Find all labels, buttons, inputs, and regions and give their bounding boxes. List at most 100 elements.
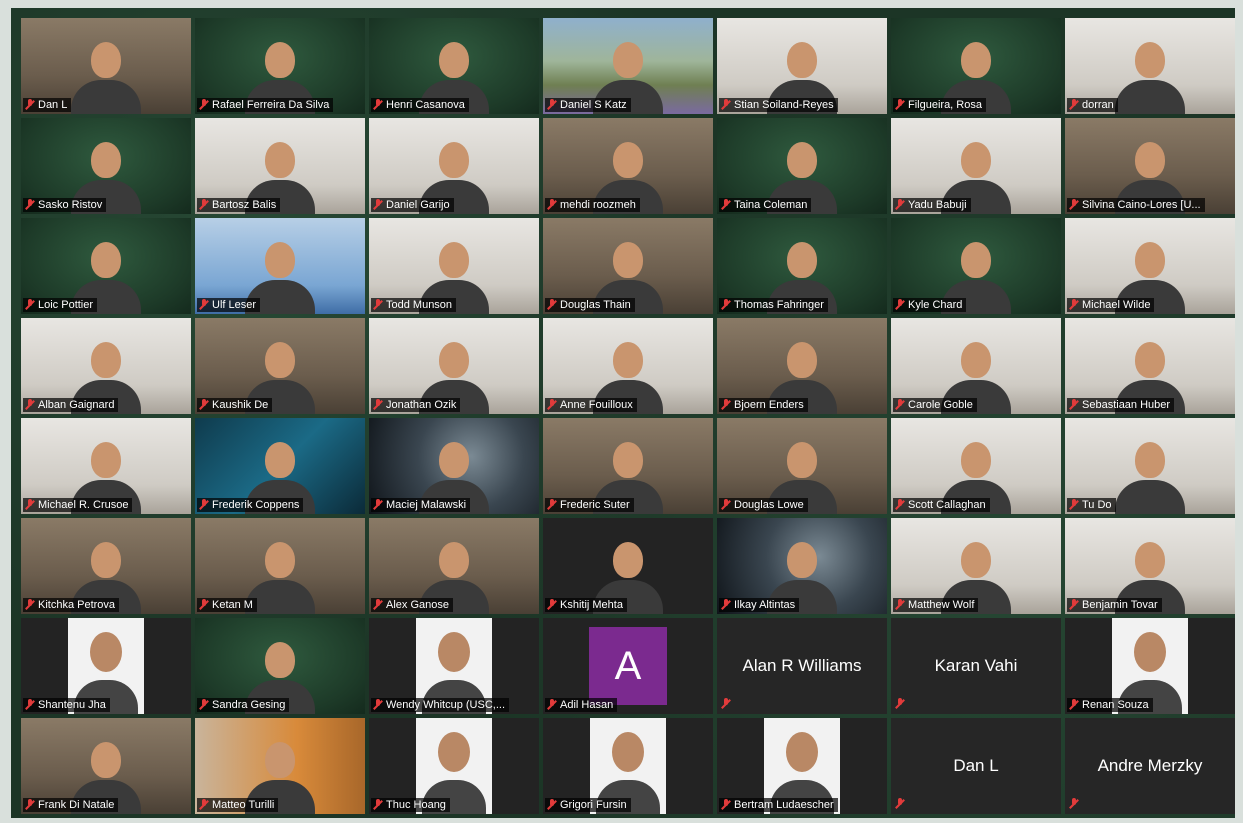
- participant-tile[interactable]: A Adil Hasan: [543, 618, 713, 714]
- participant-name-tag: Yadu Babuji: [893, 198, 971, 212]
- participant-name-tag: Sasko Ristov: [23, 198, 107, 212]
- muted-mic-icon: [373, 799, 383, 811]
- participant-name: Adil Hasan: [560, 699, 614, 711]
- participant-tile[interactable]: Daniel S Katz: [543, 18, 713, 114]
- participant-tile[interactable]: Maciej Malawski: [369, 418, 539, 514]
- participant-name-tag: Shantenu Jha: [23, 698, 110, 712]
- muted-mic-icon: [373, 299, 383, 311]
- participant-name: Silvina Caino-Lores [U...: [1082, 199, 1201, 211]
- participant-tile[interactable]: Matteo Turilli: [195, 718, 365, 814]
- muted-mic-icon: [1069, 299, 1079, 311]
- participant-tile[interactable]: Sandra Gesing: [195, 618, 365, 714]
- muted-mic-icon: [25, 299, 35, 311]
- participant-tile[interactable]: Frederik Coppens: [195, 418, 365, 514]
- participant-name-tag: Thuc Hoang: [371, 798, 450, 812]
- participant-name-tag: Sebastiaan Huber: [1067, 398, 1175, 412]
- muted-mic-icon: [199, 599, 209, 611]
- participant-name-tag: Matteo Turilli: [197, 798, 279, 812]
- muted-mic-icon: [199, 99, 209, 111]
- participant-tile[interactable]: Frederic Suter: [543, 418, 713, 514]
- participant-name: Maciej Malawski: [386, 499, 467, 511]
- participant-tile[interactable]: dorran: [1065, 18, 1235, 114]
- participant-tile[interactable]: Dan L: [21, 18, 191, 114]
- participant-name-tag: Ketan M: [197, 598, 257, 612]
- participant-tile[interactable]: Ilkay Altintas: [717, 518, 887, 614]
- participant-name: Loic Pottier: [38, 299, 94, 311]
- participant-tile[interactable]: Karan Vahi: [891, 618, 1061, 714]
- participant-tile[interactable]: Henri Casanova: [369, 18, 539, 114]
- participant-tile[interactable]: Thomas Fahringer: [717, 218, 887, 314]
- participant-tile[interactable]: Dan L: [891, 718, 1061, 814]
- participant-tile[interactable]: Scott Callaghan: [891, 418, 1061, 514]
- participant-name-tag: Matthew Wolf: [893, 598, 979, 612]
- participant-name: Alban Gaignard: [38, 399, 115, 411]
- participant-tile[interactable]: Rafael Ferreira Da Silva: [195, 18, 365, 114]
- participant-tile[interactable]: Douglas Lowe: [717, 418, 887, 514]
- muted-mic-icon: [721, 499, 731, 511]
- participant-name: Grigori Fursin: [560, 799, 627, 811]
- participant-tile[interactable]: Loic Pottier: [21, 218, 191, 314]
- participant-name-tag: Frederik Coppens: [197, 498, 304, 512]
- participant-name: Thuc Hoang: [386, 799, 446, 811]
- participant-tile[interactable]: Jonathan Ozik: [369, 318, 539, 414]
- participant-tile[interactable]: Carole Goble: [891, 318, 1061, 414]
- participant-name: Douglas Thain: [560, 299, 631, 311]
- participant-tile[interactable]: Daniel Garijo: [369, 118, 539, 214]
- participant-name: Alex Ganose: [386, 599, 449, 611]
- participant-name-tag: Bartosz Balis: [197, 198, 281, 212]
- participant-tile[interactable]: Silvina Caino-Lores [U...: [1065, 118, 1235, 214]
- participant-tile[interactable]: Shantenu Jha: [21, 618, 191, 714]
- participant-tile[interactable]: Wendy Whitcup (USC,...: [369, 618, 539, 714]
- muted-mic-icon: [373, 399, 383, 411]
- participant-tile[interactable]: Michael Wilde: [1065, 218, 1235, 314]
- participant-tile[interactable]: Douglas Thain: [543, 218, 713, 314]
- participant-name-tag: Maciej Malawski: [371, 498, 471, 512]
- participant-name-tag: dorran: [1067, 98, 1118, 112]
- participant-tile[interactable]: Frank Di Natale: [21, 718, 191, 814]
- participant-name-tag: Bjoern Enders: [719, 398, 808, 412]
- participant-tile[interactable]: Taina Coleman: [717, 118, 887, 214]
- participant-tile[interactable]: Michael R. Crusoe: [21, 418, 191, 514]
- muted-mic-icon: [199, 299, 209, 311]
- participant-tile[interactable]: Alex Ganose: [369, 518, 539, 614]
- participant-tile[interactable]: Bartosz Balis: [195, 118, 365, 214]
- participant-tile[interactable]: Yadu Babuji: [891, 118, 1061, 214]
- participant-name-tag: Taina Coleman: [719, 198, 812, 212]
- participant-tile[interactable]: Sebastiaan Huber: [1065, 318, 1235, 414]
- muted-mic-icon: [199, 399, 209, 411]
- muted-mic-icon: [1069, 798, 1079, 810]
- participant-tile[interactable]: Grigori Fursin: [543, 718, 713, 814]
- participant-tile[interactable]: Bjoern Enders: [717, 318, 887, 414]
- participant-name: Daniel Garijo: [386, 199, 450, 211]
- participant-tile[interactable]: Ulf Leser: [195, 218, 365, 314]
- participant-tile[interactable]: Kshitij Mehta: [543, 518, 713, 614]
- participant-name-tag: Kitchka Petrova: [23, 598, 120, 612]
- participant-tile[interactable]: Kitchka Petrova: [21, 518, 191, 614]
- participant-name-tag: Jonathan Ozik: [371, 398, 461, 412]
- participant-tile[interactable]: Todd Munson: [369, 218, 539, 314]
- participant-tile[interactable]: Alan R Williams: [717, 618, 887, 714]
- participant-tile[interactable]: Renan Souza: [1065, 618, 1235, 714]
- participant-tile[interactable]: Filgueira, Rosa: [891, 18, 1061, 114]
- participant-tile[interactable]: Kaushik De: [195, 318, 365, 414]
- participant-tile[interactable]: Kyle Chard: [891, 218, 1061, 314]
- participant-silhouette: [71, 36, 141, 114]
- participant-tile[interactable]: mehdi roozmeh: [543, 118, 713, 214]
- participant-tile[interactable]: Ketan M: [195, 518, 365, 614]
- participant-name: Kshitij Mehta: [560, 599, 623, 611]
- muted-mic-icon: [895, 698, 905, 710]
- participant-tile[interactable]: Sasko Ristov: [21, 118, 191, 214]
- muted-mic-icon: [199, 499, 209, 511]
- participant-name: Bjoern Enders: [734, 399, 804, 411]
- participant-tile[interactable]: Stian Soiland-Reyes: [717, 18, 887, 114]
- muted-mic-icon: [547, 299, 557, 311]
- participant-tile[interactable]: Anne Fouilloux: [543, 318, 713, 414]
- participant-tile[interactable]: Tu Do: [1065, 418, 1235, 514]
- participant-name: Benjamin Tovar: [1082, 599, 1158, 611]
- participant-tile[interactable]: Alban Gaignard: [21, 318, 191, 414]
- participant-tile[interactable]: Thuc Hoang: [369, 718, 539, 814]
- participant-tile[interactable]: Benjamin Tovar: [1065, 518, 1235, 614]
- participant-tile[interactable]: Bertram Ludaescher: [717, 718, 887, 814]
- participant-tile[interactable]: Andre Merzky: [1065, 718, 1235, 814]
- participant-tile[interactable]: Matthew Wolf: [891, 518, 1061, 614]
